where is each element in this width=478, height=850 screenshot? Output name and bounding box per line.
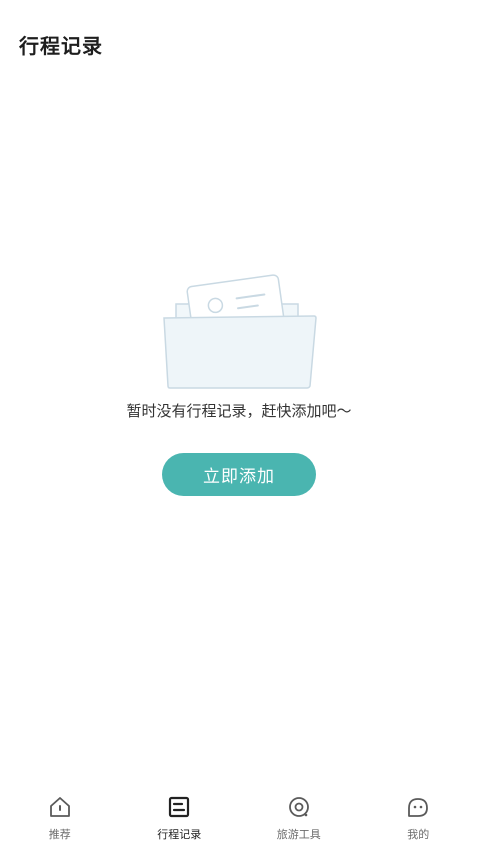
tab-travel-tools[interactable]: 旅游工具 (239, 786, 359, 850)
tab-label-recommend: 推荐 (48, 828, 71, 841)
trip-records-page: 行程记录 暂时没有行程记录，赶快添加吧～ 立即添加 推荐 行程记录 旅游工具 我… (0, 0, 478, 850)
tab-trip-records[interactable]: 行程记录 (120, 786, 240, 850)
empty-message: 暂时没有行程记录，赶快添加吧～ (126, 402, 352, 420)
add-now-button[interactable]: 立即添加 (162, 453, 316, 496)
tab-label-travel-tools: 旅游工具 (276, 828, 321, 841)
tab-mine[interactable]: 我的 (359, 786, 478, 850)
page-title: 行程记录 (19, 34, 103, 58)
empty-folder-illustration (163, 274, 317, 389)
tab-label-trip-records: 行程记录 (157, 828, 202, 841)
tab-label-mine: 我的 (407, 828, 430, 841)
eye-icon (288, 797, 309, 817)
record-icon (169, 796, 190, 818)
tab-recommend[interactable]: 推荐 (0, 786, 120, 850)
home-icon (49, 797, 70, 817)
bottom-tab-bar: 推荐 行程记录 旅游工具 我的 (0, 786, 478, 850)
profile-icon (408, 798, 429, 817)
